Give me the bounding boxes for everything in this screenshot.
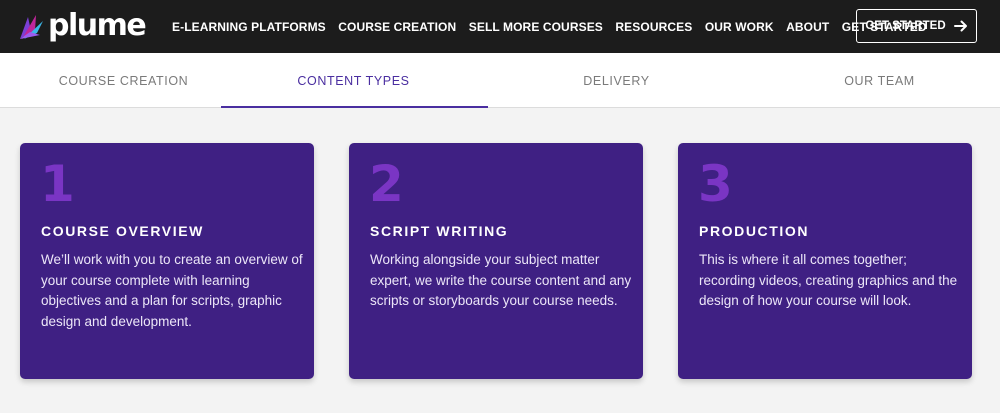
step-description: We’ll work with you to create an overvie… bbox=[41, 252, 303, 329]
top-navbar: plume E-LEARNING PLATFORMS COURSE CREATI… bbox=[0, 0, 1000, 53]
nav-item-resources[interactable]: RESOURCES bbox=[615, 20, 692, 34]
step-card-script-writing: 2 SCRIPT WRITING Working alongside your … bbox=[349, 143, 643, 379]
step-card-production: 3 PRODUCTION This is where it all comes … bbox=[678, 143, 972, 379]
step-number: 1 bbox=[40, 155, 75, 213]
tab-delivery[interactable]: DELIVERY bbox=[493, 53, 740, 108]
tab-content-types[interactable]: CONTENT TYPES bbox=[230, 53, 477, 108]
nav-item-about[interactable]: ABOUT bbox=[786, 20, 829, 34]
tab-our-team[interactable]: OUR TEAM bbox=[756, 53, 1000, 108]
main-nav: E-LEARNING PLATFORMS COURSE CREATION SEL… bbox=[172, 0, 939, 53]
step-number: 2 bbox=[369, 155, 404, 213]
get-started-button[interactable]: GET STARTED bbox=[856, 9, 977, 43]
brand-name: plume bbox=[48, 8, 147, 43]
arrow-right-icon bbox=[953, 20, 967, 32]
nav-item-sell-more-courses[interactable]: SELL MORE COURSES bbox=[469, 20, 603, 34]
step-number: 3 bbox=[698, 155, 733, 213]
get-started-button-label: GET STARTED bbox=[865, 20, 946, 32]
tab-course-creation[interactable]: COURSE CREATION bbox=[0, 53, 247, 108]
feather-logo-icon bbox=[20, 15, 43, 39]
step-title: SCRIPT WRITING bbox=[370, 223, 509, 239]
section-tabs: COURSE CREATION CONTENT TYPES DELIVERY O… bbox=[0, 53, 1000, 108]
active-tab-indicator bbox=[221, 106, 488, 108]
nav-item-e-learning-platforms[interactable]: E-LEARNING PLATFORMS bbox=[172, 20, 326, 34]
step-description: Working alongside your subject matter ex… bbox=[370, 252, 632, 308]
step-card-course-overview: 1 COURSE OVERVIEW We’ll work with you to… bbox=[20, 143, 314, 379]
nav-item-our-work[interactable]: OUR WORK bbox=[705, 20, 774, 34]
step-title: COURSE OVERVIEW bbox=[41, 223, 204, 239]
nav-item-course-creation[interactable]: COURSE CREATION bbox=[338, 20, 456, 34]
plume-logo[interactable]: plume bbox=[16, 8, 147, 43]
step-description: This is where it all comes together; rec… bbox=[699, 252, 958, 308]
step-title: PRODUCTION bbox=[699, 223, 810, 239]
